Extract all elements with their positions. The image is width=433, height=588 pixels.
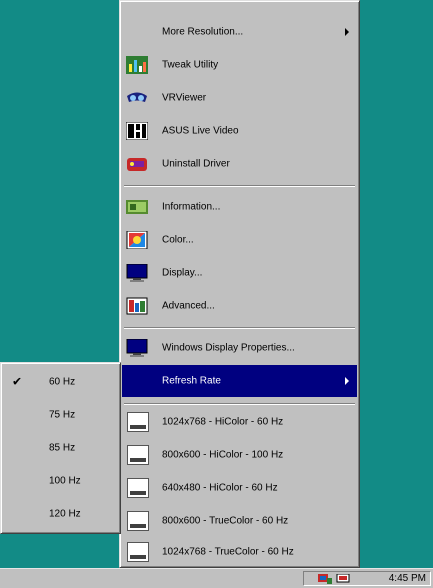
taskbar: 4:45 PM bbox=[0, 568, 433, 588]
menu-item-label: Windows Display Properties... bbox=[162, 342, 295, 354]
menu-item-label: 800x600 - HiColor - 100 Hz bbox=[162, 449, 284, 461]
menu-item-vrviewer[interactable]: VRViewer bbox=[122, 84, 357, 112]
menu-item-label: Display... bbox=[162, 267, 203, 279]
color-icon bbox=[126, 231, 148, 249]
menu-item-label: Refresh Rate bbox=[162, 375, 221, 387]
menu-item-refresh-rate[interactable]: Refresh Rate bbox=[122, 365, 357, 397]
tweak-utility-icon bbox=[126, 56, 148, 74]
menu-item-more-resolution[interactable]: More Resolution... bbox=[122, 19, 357, 45]
advanced-icon bbox=[126, 297, 148, 315]
resolution-icon bbox=[127, 478, 149, 498]
menu-item-label: More Resolution... bbox=[162, 26, 244, 38]
menu-item-label: Advanced... bbox=[162, 300, 215, 312]
resolution-icon bbox=[127, 412, 149, 432]
menu-separator bbox=[124, 327, 355, 329]
clock[interactable]: 4:45 PM bbox=[389, 573, 426, 584]
information-icon bbox=[126, 200, 148, 214]
submenu-arrow-icon bbox=[345, 377, 349, 385]
display-tray-icon[interactable] bbox=[318, 574, 332, 584]
resolution-icon bbox=[127, 445, 149, 465]
checkmark-icon: ✔ bbox=[12, 374, 23, 389]
menu-item-resolution-1[interactable]: 1024x768 - HiColor - 60 Hz bbox=[122, 407, 357, 437]
refresh-option-label: 75 Hz bbox=[49, 409, 76, 421]
system-tray: 4:45 PM bbox=[303, 571, 431, 586]
display-context-menu: More Resolution... Tweak Utility VRViewe… bbox=[119, 0, 360, 568]
menu-item-information[interactable]: Information... bbox=[122, 193, 357, 221]
refresh-option-label: 60 Hz bbox=[49, 376, 76, 388]
monitor-tray-icon[interactable] bbox=[336, 574, 350, 584]
menu-item-resolution-4[interactable]: 800x600 - TrueColor - 60 Hz bbox=[122, 506, 357, 536]
menu-item-display[interactable]: Display... bbox=[122, 259, 357, 287]
resolution-icon bbox=[127, 511, 149, 531]
display-properties-icon bbox=[126, 339, 148, 357]
menu-item-label: Information... bbox=[162, 201, 221, 213]
refresh-option-label: 100 Hz bbox=[49, 475, 81, 487]
menu-item-resolution-5[interactable]: 1024x768 - TrueColor - 60 Hz bbox=[122, 537, 357, 567]
menu-item-label: VRViewer bbox=[162, 92, 207, 104]
menu-separator bbox=[124, 185, 355, 187]
menu-item-label: Uninstall Driver bbox=[162, 158, 230, 170]
menu-item-color[interactable]: Color... bbox=[122, 226, 357, 254]
uninstall-icon bbox=[127, 158, 147, 171]
menu-separator bbox=[124, 403, 355, 405]
display-icon bbox=[126, 264, 148, 282]
menu-item-tweak-utility[interactable]: Tweak Utility bbox=[122, 51, 357, 79]
vr-viewer-icon bbox=[127, 92, 147, 102]
menu-item-windows-display-properties[interactable]: Windows Display Properties... bbox=[122, 334, 357, 362]
menu-item-resolution-3[interactable]: 640x480 - HiColor - 60 Hz bbox=[122, 473, 357, 503]
menu-item-label: 800x600 - TrueColor - 60 Hz bbox=[162, 515, 289, 527]
live-video-icon bbox=[126, 122, 148, 140]
refresh-option-75hz[interactable]: 75 Hz bbox=[3, 400, 118, 430]
refresh-option-85hz[interactable]: 85 Hz bbox=[3, 433, 118, 463]
menu-item-label: 1024x768 - TrueColor - 60 Hz bbox=[162, 546, 294, 558]
submenu-arrow-icon bbox=[345, 28, 349, 36]
menu-item-label: Color... bbox=[162, 234, 194, 246]
refresh-option-120hz[interactable]: 120 Hz bbox=[3, 499, 118, 529]
menu-item-live-video[interactable]: ASUS Live Video bbox=[122, 117, 357, 145]
menu-item-label: 640x480 - HiColor - 60 Hz bbox=[162, 482, 278, 494]
menu-item-label: 1024x768 - HiColor - 60 Hz bbox=[162, 416, 284, 428]
menu-item-label: Tweak Utility bbox=[162, 59, 219, 71]
resolution-icon bbox=[127, 542, 149, 562]
refresh-option-100hz[interactable]: 100 Hz bbox=[3, 466, 118, 496]
refresh-option-60hz[interactable]: ✔ 60 Hz bbox=[3, 367, 118, 397]
menu-item-uninstall-driver[interactable]: Uninstall Driver bbox=[122, 150, 357, 178]
refresh-option-label: 85 Hz bbox=[49, 442, 76, 454]
menu-item-advanced[interactable]: Advanced... bbox=[122, 292, 357, 320]
refresh-option-label: 120 Hz bbox=[49, 508, 81, 520]
menu-item-label: ASUS Live Video bbox=[162, 125, 239, 137]
menu-item-resolution-2[interactable]: 800x600 - HiColor - 100 Hz bbox=[122, 440, 357, 470]
refresh-rate-submenu: ✔ 60 Hz 75 Hz 85 Hz 100 Hz 120 Hz bbox=[0, 362, 121, 534]
